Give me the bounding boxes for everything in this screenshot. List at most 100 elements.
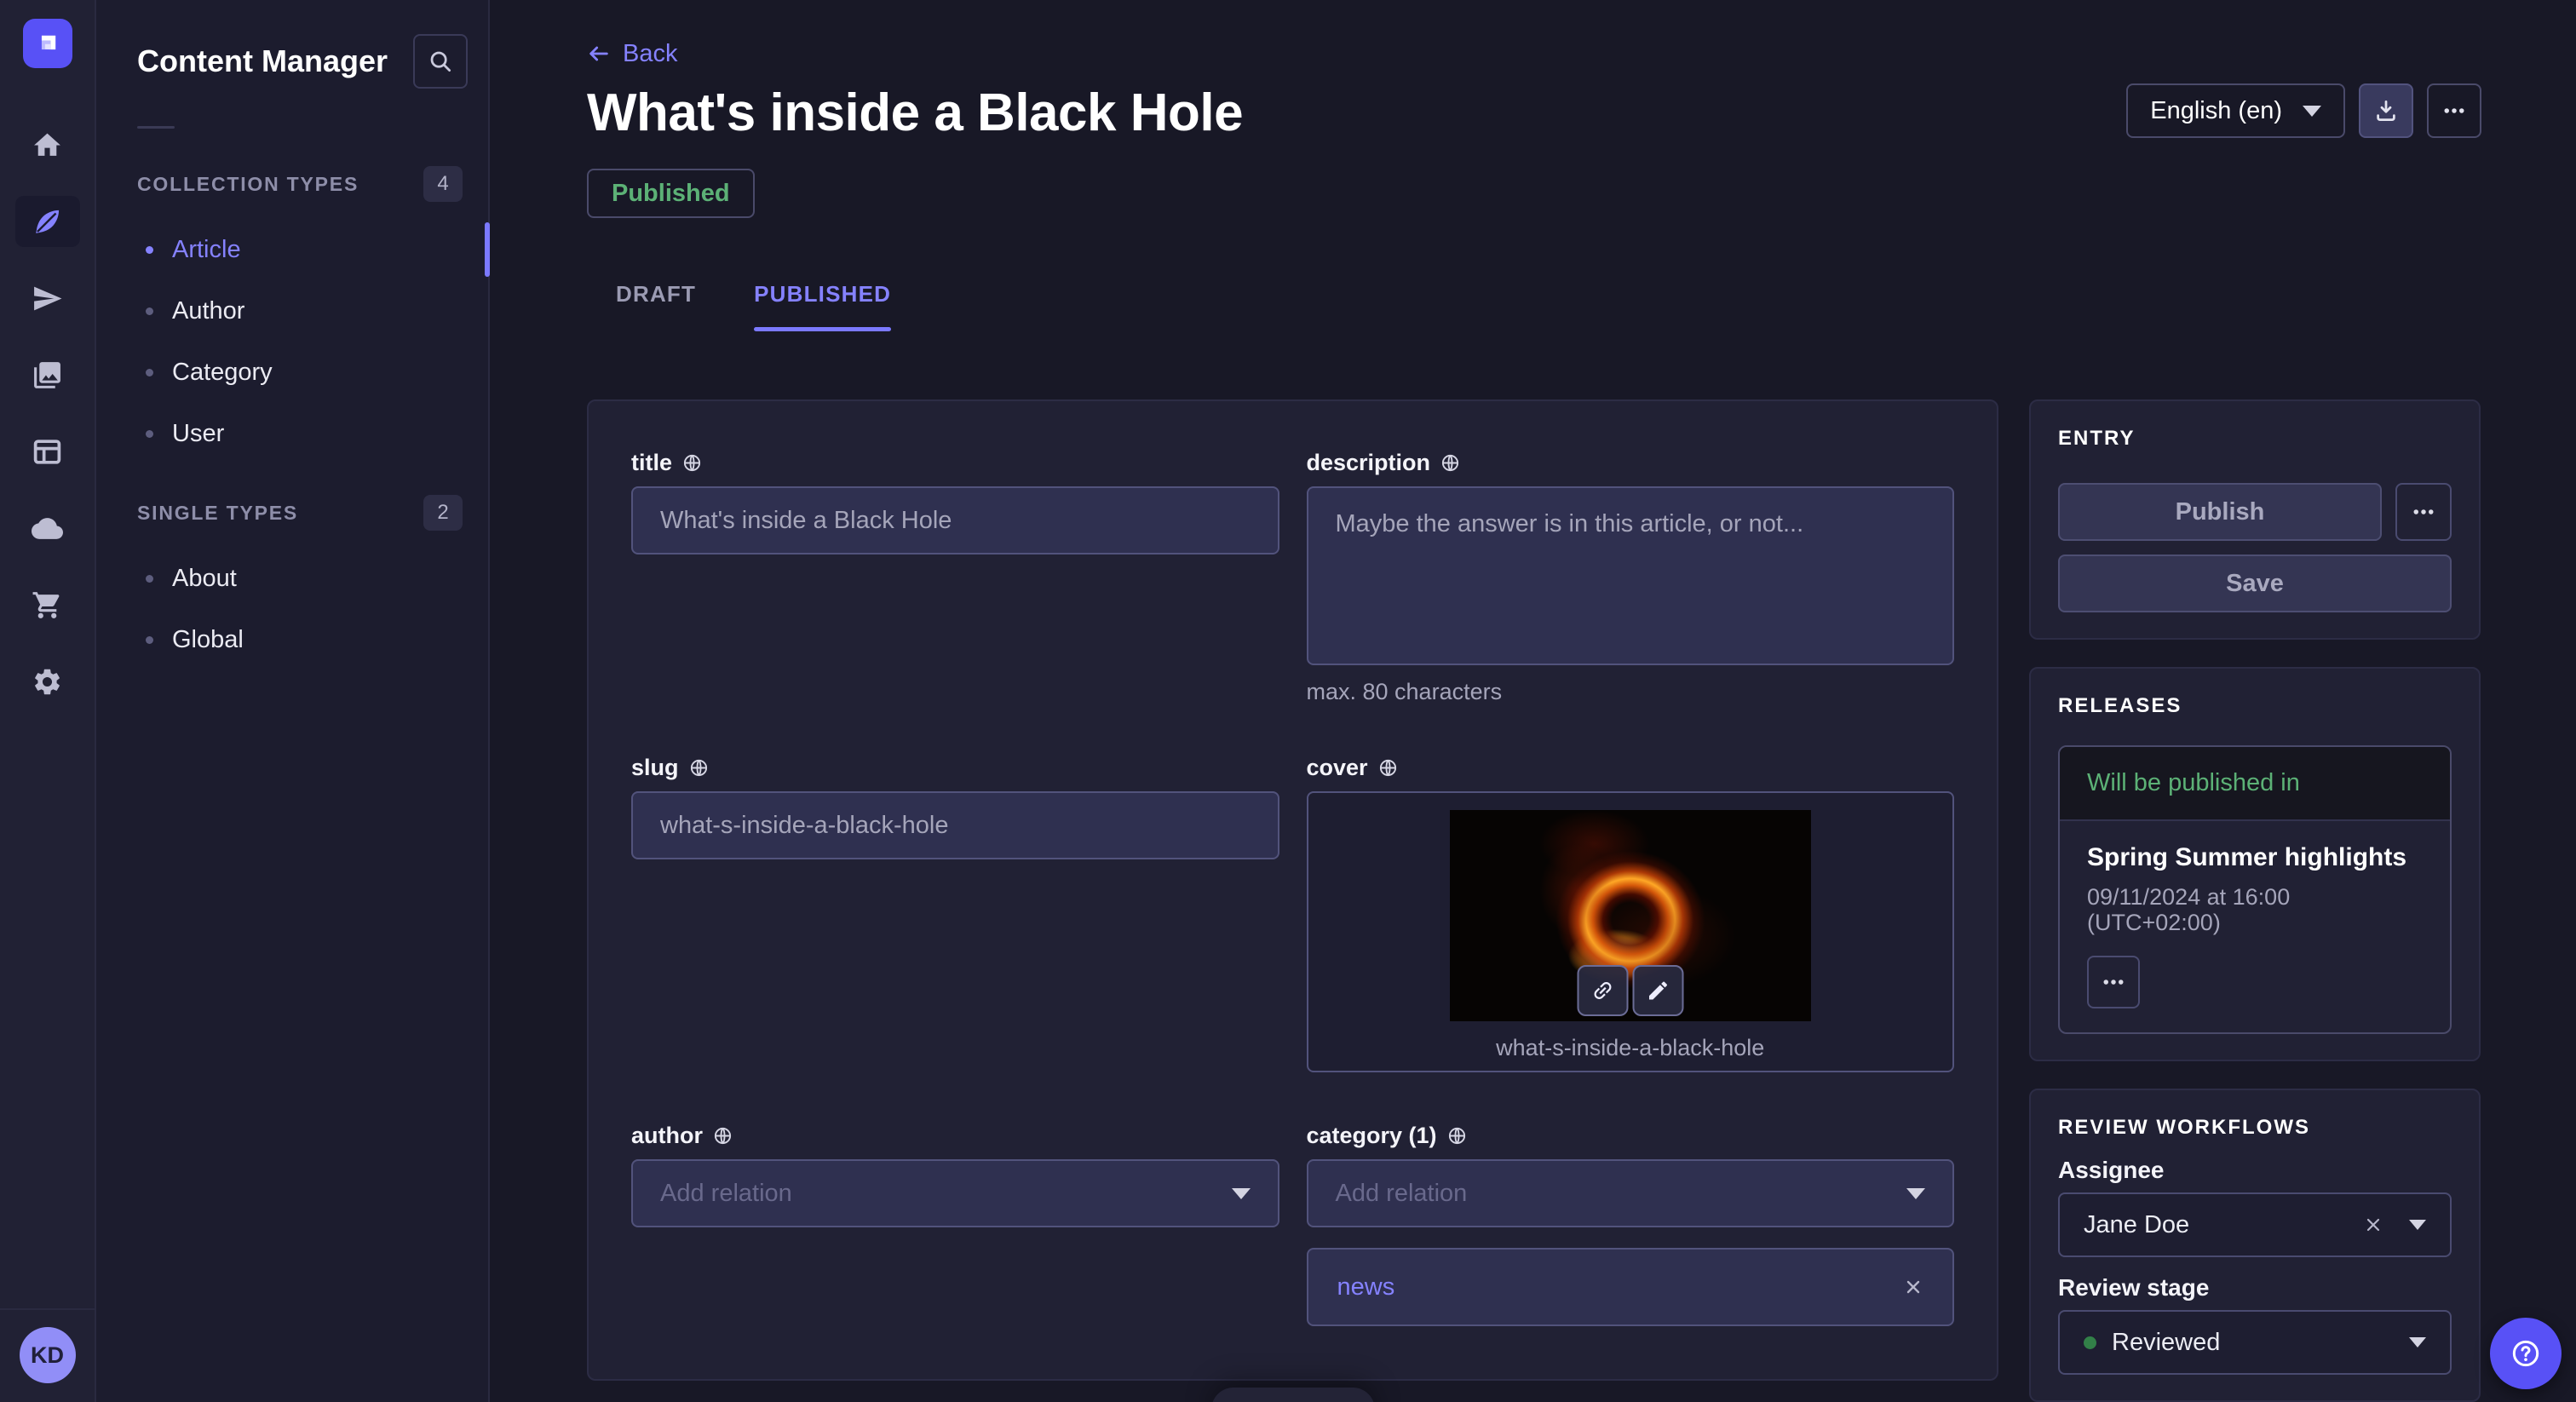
tab-underline: [754, 327, 891, 331]
release-card: Will be published in Spring Summer highl…: [2058, 745, 2452, 1034]
slug-input[interactable]: what-s-inside-a-black-hole: [631, 791, 1279, 859]
section-label: SINGLE TYPES: [137, 502, 298, 525]
chevron-down-icon: [2409, 1220, 2426, 1230]
clear-assignee-icon[interactable]: [2363, 1215, 2383, 1235]
subnav-header: Content Manager: [96, 0, 488, 89]
header-toolbar: English (en): [2126, 83, 2481, 138]
entry-heading: ENTRY: [2058, 427, 2452, 451]
cover-actions: [1577, 965, 1683, 1016]
rail-nav: [15, 119, 80, 707]
home-icon[interactable]: [15, 119, 80, 170]
release-status: Will be published in: [2060, 747, 2450, 821]
bullet-icon: [146, 307, 153, 315]
copy-link-button[interactable]: [1577, 965, 1628, 1016]
review-heading: REVIEW WORKFLOWS: [2058, 1116, 2452, 1140]
field-label: category (1): [1307, 1123, 1437, 1149]
edit-cover-button[interactable]: [1632, 965, 1683, 1016]
content-type-builder-icon[interactable]: [15, 426, 80, 477]
cover-caption: what-s-inside-a-black-hole: [1308, 1035, 1953, 1061]
cover-field: what-s-inside-a-black-hole: [1307, 791, 1955, 1072]
ellipsis-icon: [2411, 499, 2436, 525]
more-options-button[interactable]: [2427, 83, 2481, 138]
status-badge: Published: [587, 169, 755, 218]
assignee-combobox[interactable]: Jane Doe: [2058, 1192, 2452, 1257]
description-textarea[interactable]: Maybe the answer is in this article, or …: [1307, 486, 1955, 665]
field-author: author Add relation: [631, 1120, 1279, 1326]
field-cover: cover: [1307, 752, 1955, 1072]
cloud-icon[interactable]: [15, 503, 80, 554]
content-manager-app: KD Content Manager COLLECTION TYPES 4 Ar…: [0, 0, 2576, 1402]
review-stage-select[interactable]: Reviewed: [2058, 1310, 2452, 1375]
field-label: slug: [631, 755, 679, 781]
collection-types-header: COLLECTION TYPES 4: [96, 166, 488, 202]
chevron-down-icon: [1906, 1188, 1925, 1199]
bottom-toolbar-pill[interactable]: [1211, 1388, 1375, 1402]
locale-select[interactable]: English (en): [2126, 83, 2345, 138]
single-types-header: SINGLE TYPES 2: [96, 495, 488, 531]
relation-link[interactable]: news: [1337, 1273, 1395, 1301]
download-icon: [2373, 98, 2399, 124]
stage-value: Reviewed: [2112, 1329, 2220, 1357]
title-input[interactable]: What's inside a Black Hole: [631, 486, 1279, 554]
relation-item-news: news: [1307, 1248, 1955, 1326]
question-circle-icon: [2509, 1336, 2543, 1370]
single-types-count: 2: [423, 495, 463, 531]
ellipsis-icon: [2441, 98, 2467, 124]
back-link[interactable]: Back: [587, 39, 677, 68]
subnav-title: Content Manager: [137, 43, 388, 79]
marketplace-cart-icon[interactable]: [15, 579, 80, 630]
section-label: COLLECTION TYPES: [137, 173, 359, 196]
field-category: category (1) Add relation news: [1307, 1120, 1955, 1326]
strapi-logo[interactable]: [23, 19, 72, 68]
search-icon: [428, 49, 453, 74]
tab-underline: [616, 327, 696, 331]
sidebar-item-article[interactable]: Article: [96, 219, 488, 280]
globe-icon: [1447, 1126, 1467, 1146]
pencil-icon: [1646, 979, 1670, 1003]
publish-button[interactable]: Publish: [2058, 483, 2382, 541]
entry-form-panel: title What's inside a Black Hole descrip…: [587, 399, 1998, 1381]
sidebar-item-global[interactable]: Global: [96, 609, 488, 670]
author-relation-select[interactable]: Add relation: [631, 1159, 1279, 1227]
category-relation-select[interactable]: Add relation: [1307, 1159, 1955, 1227]
sidebar-item-user[interactable]: User: [96, 403, 488, 464]
bullet-icon: [146, 430, 153, 438]
entry-more-button[interactable]: [2395, 483, 2452, 541]
side-column: ENTRY Publish Save RELEASES Wil: [2029, 399, 2481, 1402]
search-button[interactable]: [413, 34, 468, 89]
sidebar-item-author[interactable]: Author: [96, 280, 488, 342]
release-name: Spring Summer highlights: [2087, 843, 2423, 872]
download-button[interactable]: [2359, 83, 2413, 138]
sidebar-item-category[interactable]: Category: [96, 342, 488, 403]
settings-gear-icon[interactable]: [15, 656, 80, 707]
tab-published[interactable]: PUBLISHED: [725, 281, 920, 331]
tab-draft[interactable]: DRAFT: [587, 281, 725, 331]
chevron-down-icon: [2303, 106, 2321, 117]
version-tabs: DRAFT PUBLISHED: [587, 281, 2576, 331]
globe-icon: [689, 758, 709, 778]
media-library-icon[interactable]: [15, 349, 80, 400]
field-description: description Maybe the answer is in this …: [1307, 447, 1955, 704]
sidebar-item-about[interactable]: About: [96, 548, 488, 609]
field-title: title What's inside a Black Hole: [631, 447, 1279, 704]
help-button[interactable]: [2490, 1318, 2562, 1389]
bullet-icon: [146, 369, 153, 376]
release-more-button[interactable]: [2087, 956, 2140, 1008]
remove-relation-icon[interactable]: [1903, 1277, 1923, 1297]
user-avatar[interactable]: KD: [20, 1327, 76, 1383]
main-content: English (en) Back What's inside a Black …: [490, 0, 2576, 1402]
strapi-logo-mark: [33, 29, 62, 58]
field-slug: slug what-s-inside-a-black-hole: [631, 752, 1279, 1072]
bullet-icon: [146, 636, 153, 644]
send-icon[interactable]: [15, 273, 80, 324]
content-manager-feather-icon[interactable]: [15, 196, 80, 247]
arrow-left-icon: [587, 42, 611, 66]
chevron-down-icon: [1232, 1188, 1251, 1199]
single-types-list: About Global: [96, 548, 488, 670]
rail-bottom: KD: [0, 1308, 95, 1402]
ellipsis-icon: [2101, 969, 2126, 995]
collection-types-count: 4: [423, 166, 463, 202]
review-workflows-panel: REVIEW WORKFLOWS Assignee Jane Doe Revie…: [2029, 1089, 2481, 1402]
save-button[interactable]: Save: [2058, 554, 2452, 612]
chevron-down-icon: [2409, 1337, 2426, 1347]
